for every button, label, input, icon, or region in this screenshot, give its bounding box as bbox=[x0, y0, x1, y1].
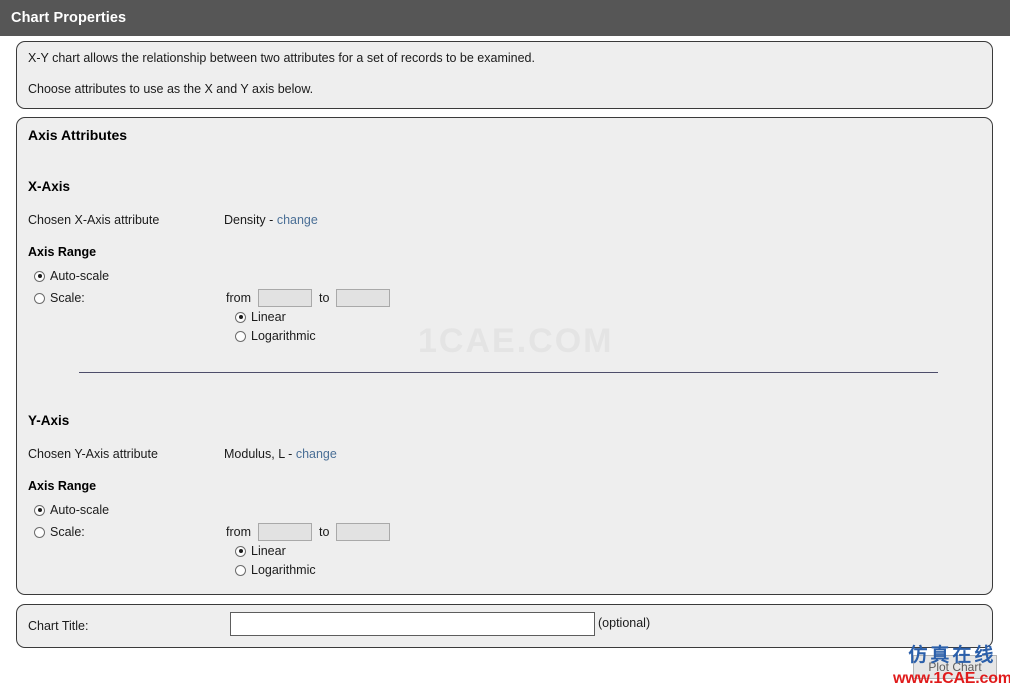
y-axis-range-heading: Axis Range bbox=[28, 479, 97, 493]
y-axis-auto-scale-radio[interactable] bbox=[34, 504, 45, 516]
x-axis-range-inputs: from to bbox=[226, 289, 391, 307]
x-axis-linear-label: Linear bbox=[251, 310, 286, 324]
axis-attributes-heading: Axis Attributes bbox=[28, 127, 128, 143]
x-axis-value-separator: - bbox=[269, 213, 274, 227]
x-axis-from-label: from bbox=[226, 291, 251, 305]
y-axis-linear-label: Linear bbox=[251, 544, 286, 558]
page-title: Chart Properties bbox=[11, 10, 127, 26]
chart-properties-dialog: Chart Properties X-Y chart allows the re… bbox=[0, 0, 1010, 683]
chart-title-panel: Chart Title: (optional) bbox=[16, 604, 993, 648]
x-axis-auto-scale-radio[interactable] bbox=[34, 270, 45, 282]
y-axis-logarithmic-label: Logarithmic bbox=[251, 563, 316, 577]
chart-title-optional-note: (optional) bbox=[598, 616, 651, 630]
y-axis-scale-radio[interactable] bbox=[34, 526, 45, 538]
x-axis-heading: X-Axis bbox=[28, 179, 71, 194]
x-axis-chosen-value: Density bbox=[224, 213, 266, 227]
y-axis-from-label: from bbox=[226, 525, 251, 539]
y-axis-heading: Y-Axis bbox=[28, 413, 70, 428]
y-axis-chosen-label: Chosen Y-Axis attribute bbox=[28, 447, 158, 461]
x-axis-scale-radio[interactable] bbox=[34, 292, 45, 304]
y-axis-to-label: to bbox=[319, 525, 330, 539]
x-axis-auto-scale-option[interactable]: Auto-scale bbox=[34, 270, 109, 282]
x-axis-to-input[interactable] bbox=[336, 289, 391, 307]
x-axis-logarithmic-label: Logarithmic bbox=[251, 329, 316, 343]
description-line-1: X-Y chart allows the relationship betwee… bbox=[28, 51, 535, 65]
axis-attributes-panel: Axis Attributes X-Axis Chosen X-Axis att… bbox=[16, 117, 993, 595]
axis-section-divider bbox=[79, 372, 938, 373]
y-axis-linear-radio[interactable] bbox=[235, 545, 246, 557]
x-axis-logarithmic-radio[interactable] bbox=[235, 330, 246, 342]
y-axis-linear-option[interactable]: Linear bbox=[235, 545, 286, 557]
y-axis-range-inputs: from to bbox=[226, 523, 391, 541]
x-axis-linear-option[interactable]: Linear bbox=[235, 311, 286, 323]
y-axis-chosen-value: Modulus, L bbox=[224, 447, 285, 461]
x-axis-from-input[interactable] bbox=[258, 289, 312, 307]
x-axis-change-link[interactable]: change bbox=[277, 213, 318, 227]
x-axis-range-heading: Axis Range bbox=[28, 245, 97, 259]
x-axis-auto-scale-label: Auto-scale bbox=[50, 269, 110, 283]
description-line-2: Choose attributes to use as the X and Y … bbox=[28, 82, 314, 96]
plot-chart-button[interactable]: Plot Chart bbox=[913, 655, 997, 679]
y-axis-auto-scale-option[interactable]: Auto-scale bbox=[34, 504, 109, 516]
y-axis-from-input[interactable] bbox=[258, 523, 312, 541]
y-axis-logarithmic-radio[interactable] bbox=[235, 564, 246, 576]
x-axis-chosen-value-group: Density - change bbox=[224, 213, 318, 227]
x-axis-to-label: to bbox=[319, 291, 330, 305]
y-axis-logarithmic-option[interactable]: Logarithmic bbox=[235, 564, 316, 576]
window-titlebar: Chart Properties bbox=[0, 0, 1010, 36]
x-axis-logarithmic-option[interactable]: Logarithmic bbox=[235, 330, 316, 342]
y-axis-value-separator: - bbox=[288, 447, 293, 461]
x-axis-chosen-label: Chosen X-Axis attribute bbox=[28, 213, 160, 227]
y-axis-scale-option[interactable]: Scale: bbox=[34, 526, 85, 538]
chart-title-label: Chart Title: bbox=[28, 619, 89, 633]
chart-title-input[interactable] bbox=[230, 612, 595, 636]
x-axis-linear-radio[interactable] bbox=[235, 311, 246, 323]
y-axis-change-link[interactable]: change bbox=[296, 447, 337, 461]
y-axis-chosen-value-group: Modulus, L - change bbox=[224, 447, 337, 461]
y-axis-auto-scale-label: Auto-scale bbox=[50, 503, 110, 517]
x-axis-scale-option[interactable]: Scale: bbox=[34, 292, 85, 304]
y-axis-scale-label: Scale: bbox=[50, 525, 85, 539]
y-axis-to-input[interactable] bbox=[336, 523, 391, 541]
x-axis-scale-label: Scale: bbox=[50, 291, 85, 305]
description-panel: X-Y chart allows the relationship betwee… bbox=[16, 41, 993, 109]
